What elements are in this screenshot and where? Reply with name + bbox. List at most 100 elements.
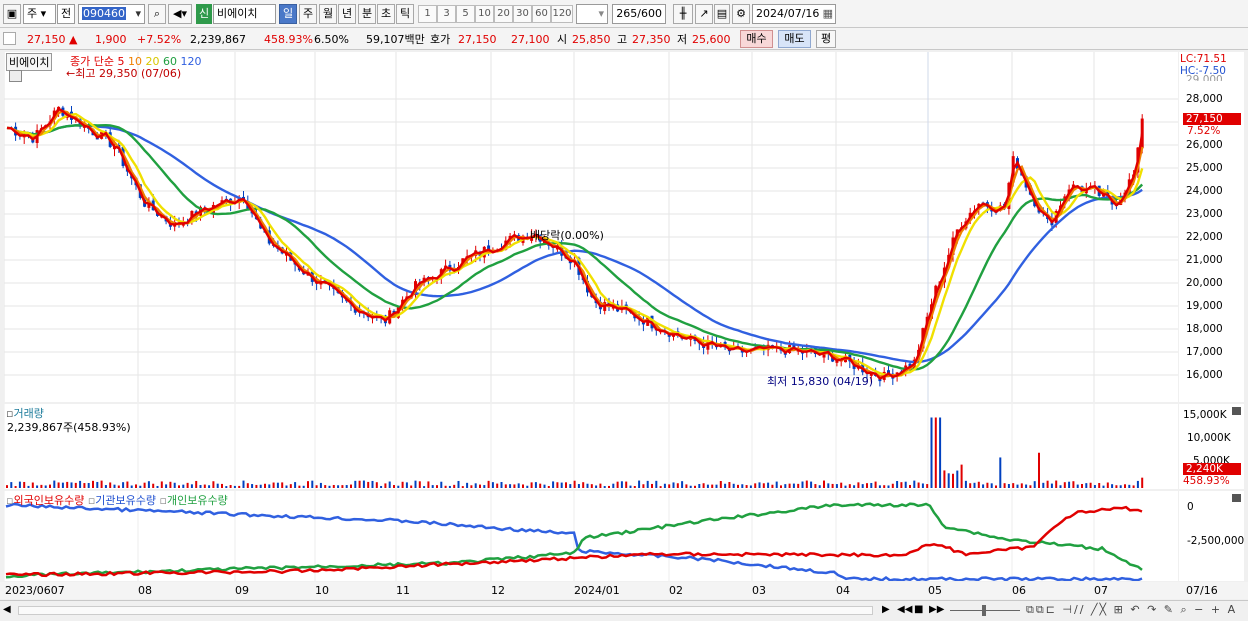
volume-bar bbox=[74, 482, 77, 488]
y-tick-top: 29,000 bbox=[1186, 74, 1223, 81]
period-day-button[interactable]: 일 bbox=[279, 4, 297, 24]
volume-bar bbox=[178, 485, 180, 488]
price-chart-pane[interactable]: 비에이치 종가 단순 5 10 20 60 120 ←최고 29,350 (07… bbox=[4, 52, 1178, 402]
volume-bar bbox=[436, 485, 438, 488]
volume-bar bbox=[689, 485, 692, 488]
scroll-track[interactable] bbox=[18, 606, 873, 615]
volume-bar bbox=[79, 480, 82, 488]
volume-bar bbox=[1119, 485, 1122, 488]
volume-bar bbox=[969, 483, 972, 488]
scroll-bar: ◀ ▶ ◀◀ ■ ▶▶ ⧉⧉⊏ ⊣∕∕ ╱╳ ⊞ ↶ ↷ ✎ ⌕ − + A bbox=[0, 600, 1248, 621]
volume-bar bbox=[1007, 484, 1010, 488]
volume-bar bbox=[500, 482, 503, 488]
scroll-right-icon[interactable]: ▶ bbox=[882, 604, 890, 615]
interval-3[interactable]: 3 bbox=[437, 5, 456, 23]
volume-bar bbox=[530, 482, 533, 488]
volume-close-icon[interactable] bbox=[1232, 407, 1241, 415]
volume-value: 2,239,867 bbox=[190, 33, 246, 46]
x-label: 06 bbox=[1012, 584, 1026, 597]
save-icon[interactable]: ▤ bbox=[714, 4, 730, 24]
volume-bar bbox=[599, 483, 602, 488]
holdings-axis: 0 -2,500,000 bbox=[1179, 491, 1244, 581]
volume-bar bbox=[221, 483, 223, 488]
table-icon[interactable] bbox=[9, 70, 22, 82]
volume-bar bbox=[1111, 484, 1114, 488]
period-year-button[interactable]: 년 bbox=[338, 4, 356, 24]
volume-pane[interactable]: ▫거래량 2,239,867주(458.93%) bbox=[4, 404, 1178, 489]
volume-bar bbox=[758, 482, 761, 488]
volume-bar bbox=[27, 485, 30, 488]
search-icon[interactable]: ⌕ bbox=[148, 4, 166, 24]
draw-tools-icons[interactable]: ⧉⧉⊏ ⊣∕∕ ╱╳ ⊞ ↶ ↷ ✎ ⌕ − + A bbox=[1026, 603, 1237, 617]
candle-icon[interactable]: ╫ bbox=[673, 4, 693, 24]
forward-icon[interactable]: ▶▶ bbox=[929, 604, 944, 615]
period-week-button[interactable]: 주 bbox=[299, 4, 317, 24]
volume-bar bbox=[14, 486, 17, 488]
period-sec-button[interactable]: 초 bbox=[377, 4, 395, 24]
interval-1[interactable]: 1 bbox=[418, 5, 437, 23]
volume-bar bbox=[208, 485, 211, 488]
interval-20[interactable]: 20 bbox=[494, 5, 513, 23]
volume-bar bbox=[844, 485, 847, 488]
interval-120[interactable]: 120 bbox=[551, 5, 573, 23]
quote-menu-icon[interactable] bbox=[3, 32, 16, 45]
volume-bar bbox=[840, 482, 843, 488]
volume-bar bbox=[397, 485, 400, 488]
volume-bar bbox=[199, 485, 202, 488]
layout-icon[interactable]: ▣ bbox=[3, 4, 21, 24]
volume-bar bbox=[414, 480, 417, 488]
volume-bar bbox=[31, 482, 34, 488]
vol-tick-5000k: 5,000K bbox=[1193, 455, 1230, 463]
volume-bar bbox=[719, 481, 722, 488]
date-input[interactable]: 2024/07/16 ▦ bbox=[752, 4, 836, 24]
scroll-left-icon[interactable]: ◀ bbox=[3, 604, 11, 615]
holdings-legend: ▫외국인보유수량 ▫기관보유수량 ▫개인보유수량 bbox=[6, 494, 228, 507]
volume-bar bbox=[83, 483, 86, 488]
volume-bar bbox=[444, 485, 447, 488]
code-input[interactable]: 090460 ▾ bbox=[78, 4, 145, 24]
volume-bar bbox=[491, 482, 494, 488]
interval-30[interactable]: 30 bbox=[513, 5, 532, 23]
holdings-close-icon[interactable] bbox=[1232, 494, 1241, 502]
holdings-pane[interactable]: ▫외국인보유수량 ▫기관보유수량 ▫개인보유수량 bbox=[4, 491, 1178, 581]
zoom-handle[interactable] bbox=[982, 605, 986, 616]
draw-icon[interactable]: ↗ bbox=[695, 4, 713, 24]
volume-bar bbox=[1072, 481, 1075, 488]
volume-bar bbox=[109, 482, 112, 488]
eval-button[interactable]: 평 bbox=[816, 30, 836, 48]
volume-bar bbox=[582, 482, 585, 488]
stop-icon[interactable]: ■ bbox=[914, 604, 923, 615]
interval-10[interactable]: 10 bbox=[475, 5, 494, 23]
period-tick-button[interactable]: 틱 bbox=[396, 4, 414, 24]
count-input[interactable]: 265/600 bbox=[612, 4, 666, 24]
interval-60[interactable]: 60 bbox=[532, 5, 551, 23]
ask-value: 27,150 bbox=[458, 33, 497, 46]
volume-bar bbox=[276, 482, 279, 488]
volume-chart[interactable] bbox=[4, 404, 1178, 489]
speaker-icon[interactable]: ◀▾ bbox=[168, 4, 192, 24]
volume-bar bbox=[1128, 484, 1131, 488]
stock-tag[interactable]: 비에이치 bbox=[6, 53, 53, 71]
volume-bar bbox=[113, 484, 116, 488]
volume-bar bbox=[135, 484, 137, 488]
interval-custom[interactable]: ▾ bbox=[576, 4, 608, 24]
volume-bar bbox=[147, 481, 150, 488]
sell-button[interactable]: 매도 bbox=[778, 30, 811, 48]
calendar-icon[interactable]: ▦ bbox=[823, 5, 833, 23]
prev-toggle[interactable]: 전 bbox=[57, 4, 75, 24]
volume-bar bbox=[298, 485, 301, 488]
count-value: 265 bbox=[616, 7, 638, 20]
gear-icon[interactable]: ⚙ bbox=[732, 4, 750, 24]
period-min-button[interactable]: 분 bbox=[358, 4, 376, 24]
volume-bar bbox=[952, 473, 954, 488]
interval-5[interactable]: 5 bbox=[456, 5, 475, 23]
market-select[interactable]: 주 ▾ bbox=[23, 4, 56, 24]
volume-bar bbox=[49, 484, 51, 488]
volume-bar bbox=[169, 481, 172, 488]
count-max: /600 bbox=[637, 7, 662, 20]
rewind-icon[interactable]: ◀◀ bbox=[897, 604, 912, 615]
date-value: 2024/07/16 bbox=[756, 7, 820, 20]
period-month-button[interactable]: 월 bbox=[319, 4, 337, 24]
buy-button[interactable]: 매수 bbox=[740, 30, 773, 48]
volume-bar bbox=[947, 473, 950, 488]
